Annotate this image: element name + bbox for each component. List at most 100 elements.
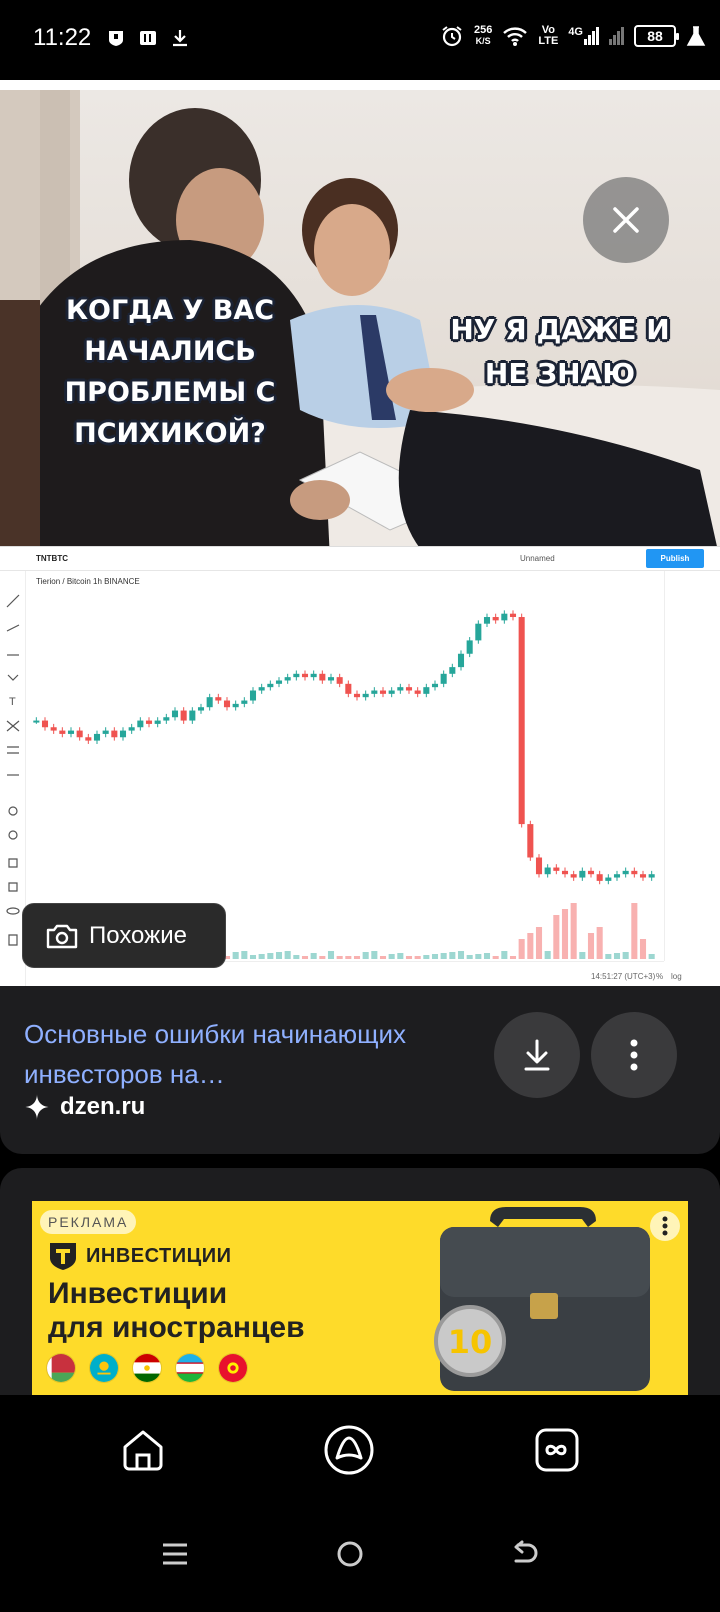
more-options-button[interactable] — [591, 1012, 677, 1098]
volume-bar — [241, 951, 248, 959]
volume-bar — [544, 951, 551, 959]
candle-body — [587, 870, 595, 875]
result-source[interactable]: dzen.ru — [24, 1093, 145, 1121]
flag-belarus-icon — [46, 1353, 76, 1383]
browser-bottom-nav — [0, 1395, 720, 1505]
battery-indicator: 88 — [634, 25, 679, 47]
nav-home-button[interactable] — [108, 1415, 178, 1485]
volume-bar — [501, 951, 508, 959]
candle-body — [163, 717, 170, 721]
volume-bar — [509, 956, 517, 959]
close-icon — [613, 207, 639, 233]
volume-bar — [388, 954, 395, 959]
ad-banner[interactable]: РЕКЛАМА ИНВЕСТИЦИИ Инвестиции для иностр… — [32, 1201, 688, 1397]
candle-body — [501, 613, 508, 621]
nav-tabs-button[interactable] — [522, 1415, 592, 1485]
volume-bar — [267, 953, 274, 959]
volume-bar — [414, 956, 421, 959]
candle-body — [362, 693, 369, 698]
volume-bar — [466, 955, 473, 959]
flag-kazakhstan-icon — [89, 1353, 119, 1383]
candle-body — [553, 867, 560, 871]
status-time: 11:22 — [33, 24, 92, 51]
candle-body — [258, 687, 265, 691]
candle-body — [379, 690, 387, 694]
result-title[interactable]: Основные ошибки начинающих инвесторов на… — [24, 1014, 484, 1094]
image-viewer[interactable]: КОГДА У ВАС НАЧАЛИСЬ ПРОБЛЕМЫ С ПСИХИКОЙ… — [0, 80, 720, 1016]
candle-body — [111, 730, 118, 738]
download-button[interactable] — [494, 1012, 580, 1098]
dzen-logo-icon — [24, 1094, 50, 1120]
candle-body — [327, 677, 335, 681]
candle-body — [249, 690, 257, 701]
candle-body — [215, 697, 222, 701]
volume-bar — [232, 952, 239, 959]
candle-body — [41, 720, 49, 728]
volume-bar — [449, 952, 456, 959]
meme-image: КОГДА У ВАС НАЧАЛИСЬ ПРОБЛЕМЫ С ПСИХИКОЙ… — [0, 90, 720, 560]
volume-bar — [535, 927, 543, 959]
volte-bottom: LTE — [538, 35, 559, 47]
candle-body — [145, 720, 153, 724]
similar-images-button[interactable]: Похожие — [22, 903, 226, 968]
volume-bar — [327, 951, 335, 959]
home-icon — [123, 1430, 163, 1471]
scale-percent: % — [656, 972, 664, 981]
candle-body — [414, 690, 421, 694]
candle-body — [137, 720, 144, 728]
candle-body — [128, 727, 135, 731]
volume-bar — [596, 927, 603, 959]
volume-bar — [639, 939, 647, 959]
candle-body — [301, 673, 309, 678]
back-icon — [514, 1540, 538, 1563]
candle-body — [405, 687, 413, 691]
flag-uzbekistan-icon — [175, 1353, 205, 1383]
candle-body — [431, 683, 439, 688]
volume-bar — [440, 953, 447, 959]
system-nav-bar — [0, 1505, 720, 1612]
candle-body — [310, 673, 317, 678]
candle-body — [483, 617, 491, 624]
briefcase-illustration: 10 — [434, 1207, 650, 1391]
candle-body — [154, 720, 161, 724]
circle-home-icon — [337, 1541, 363, 1567]
ad-menu-button[interactable] — [650, 1211, 680, 1241]
volume-bar — [457, 951, 465, 959]
volume-bar — [518, 939, 525, 959]
candle-body — [353, 693, 361, 698]
net-speed-value: 256 — [473, 24, 493, 36]
volume-bar — [587, 933, 595, 959]
volume-bar — [613, 953, 621, 959]
price-axis — [664, 571, 720, 961]
candle-body — [570, 874, 577, 878]
camera-search-icon — [46, 924, 78, 948]
candle-body — [241, 700, 248, 704]
candle-body — [544, 867, 551, 875]
candle-body — [119, 730, 127, 738]
similar-label: Похожие — [89, 921, 187, 949]
volume-bar — [397, 953, 404, 959]
volume-bar — [258, 954, 265, 959]
volume-bar — [475, 954, 482, 959]
volume-bar — [631, 903, 638, 959]
result-card[interactable]: Основные ошибки начинающих инвесторов на… — [0, 986, 720, 1154]
system-home-button[interactable] — [325, 1529, 375, 1579]
candle-body — [509, 613, 517, 618]
net-speed: 256 K/S — [474, 25, 492, 47]
nav-assistant-button[interactable] — [314, 1415, 384, 1485]
status-right-icons: 256 K/S Vo LTE 4G 88 — [440, 24, 706, 48]
volume-bar — [483, 953, 491, 959]
ad-badge: РЕКЛАМА — [40, 1210, 137, 1234]
volume-bar — [648, 954, 655, 959]
volume-bar — [284, 951, 291, 959]
alarm-icon — [442, 26, 462, 47]
system-menu-button[interactable] — [150, 1529, 200, 1579]
tbank-logo-icon — [50, 1243, 76, 1270]
system-back-button[interactable] — [500, 1529, 550, 1579]
close-button[interactable] — [583, 177, 669, 263]
candle-body — [605, 877, 612, 881]
volume-bar — [301, 956, 309, 959]
candle-body — [613, 874, 621, 878]
scale-log: log — [671, 972, 682, 981]
volume-bar — [553, 915, 560, 959]
